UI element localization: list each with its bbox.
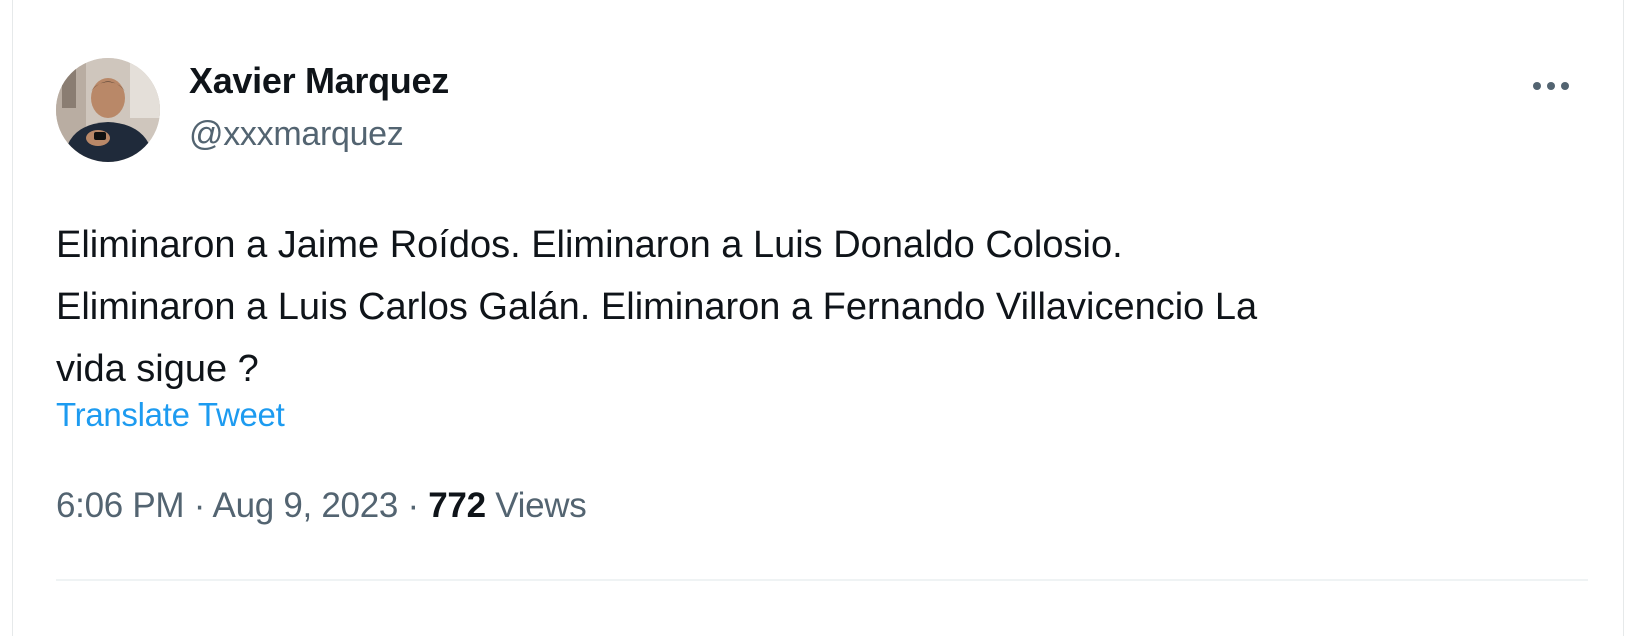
tweet-date[interactable]: Aug 9, 2023: [213, 486, 399, 525]
views-label: Views: [495, 486, 587, 525]
author-handle[interactable]: @xxxmarquez: [189, 115, 404, 154]
tweet-time[interactable]: 6:06 PM: [56, 486, 185, 525]
tweet-card: Xavier Marquez @xxxmarquez Eliminaron a …: [12, 0, 1624, 636]
avatar-photo-icon: [56, 58, 160, 162]
divider: [56, 579, 1588, 581]
meta-separator: ·: [193, 486, 206, 525]
tweet-text: Eliminaron a Jaime Roídos. Eliminaron a …: [56, 224, 1258, 390]
meta-separator: ·: [407, 486, 419, 525]
author-avatar[interactable]: [56, 58, 160, 162]
more-options-button[interactable]: [1527, 66, 1575, 106]
more-horizontal-icon: [1533, 82, 1569, 90]
tweet-metadata: 6:06 PM · Aug 9, 2023 · 772 Views: [56, 486, 587, 526]
translate-tweet-link[interactable]: Translate Tweet: [56, 396, 285, 434]
views-count: 772: [428, 486, 486, 525]
author-display-name[interactable]: Xavier Marquez: [189, 60, 449, 102]
